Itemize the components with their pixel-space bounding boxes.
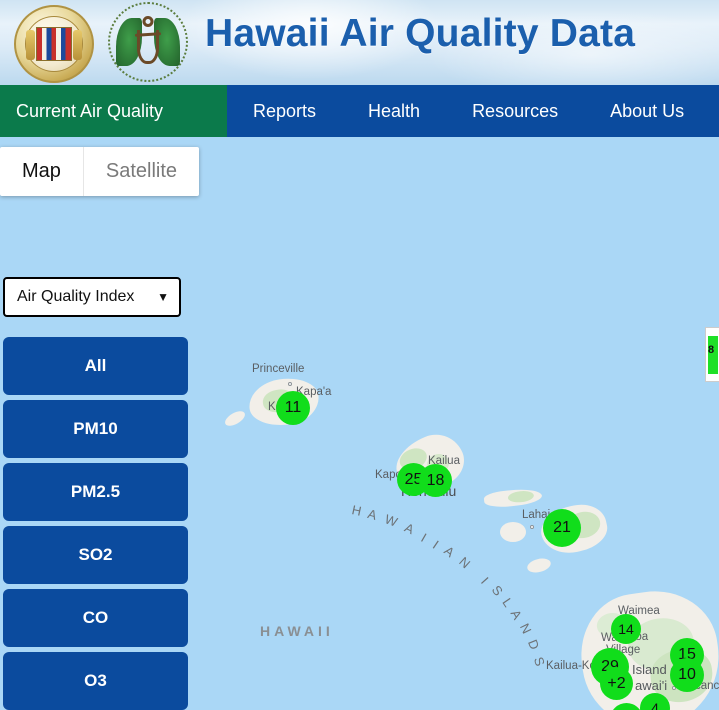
island-kahoolawe xyxy=(525,556,553,575)
map-type-satellite-button[interactable]: Satellite xyxy=(82,147,199,196)
filter-button-all[interactable]: All xyxy=(3,337,188,395)
nav-item-reports[interactable]: Reports xyxy=(227,85,342,137)
state-seal-inner xyxy=(25,16,83,72)
map-type-toggle[interactable]: Map Satellite xyxy=(0,147,200,196)
aqi-marker[interactable]: 11 xyxy=(276,391,310,425)
filter-button-o3[interactable]: O3 xyxy=(3,652,188,710)
nav-item-health[interactable]: Health xyxy=(342,85,446,137)
nav-item-about-us[interactable]: About Us xyxy=(584,85,710,137)
aqi-marker-cluster[interactable]: +2 xyxy=(600,667,633,700)
parameter-select-value: Air Quality Index xyxy=(17,288,135,305)
aqi-legend-value: 8 xyxy=(708,344,715,356)
aqi-legend-panel[interactable]: 8 xyxy=(705,327,719,382)
department-of-health-logo-icon xyxy=(108,2,188,82)
aqi-marker[interactable]: 14 xyxy=(611,614,641,644)
site-header: Hawaii Air Quality Data xyxy=(0,0,719,85)
chevron-down-icon: ▼ xyxy=(157,290,169,304)
island-molokai xyxy=(483,487,543,509)
filter-button-pm10[interactable]: PM10 xyxy=(3,400,188,458)
pollutant-filter-list: All PM10 PM2.5 SO2 CO O3 xyxy=(3,337,188,710)
map-type-map-button[interactable]: Map xyxy=(0,147,83,196)
state-seal-crest xyxy=(26,27,82,61)
island-molokai-terrain xyxy=(507,489,535,504)
nav-item-resources[interactable]: Resources xyxy=(446,85,584,137)
page-title: Hawaii Air Quality Data xyxy=(205,12,636,55)
map-place-dot-lahaina xyxy=(530,525,534,529)
filter-button-pm25[interactable]: PM2.5 xyxy=(3,463,188,521)
nav-item-current-air-quality[interactable]: Current Air Quality xyxy=(0,85,227,137)
doh-logo-figure-head xyxy=(142,16,154,27)
island-niihau xyxy=(222,408,248,429)
map-region-label-hawaii: HAWAII xyxy=(260,623,334,639)
parameter-select[interactable]: Air Quality Index ▼ xyxy=(3,277,181,317)
state-seal-icon xyxy=(14,5,94,83)
aqi-marker[interactable]: 10 xyxy=(670,658,704,692)
doh-logo-figure xyxy=(134,16,162,68)
filter-button-co[interactable]: CO xyxy=(3,589,188,647)
aqi-marker[interactable]: 18 xyxy=(419,464,452,497)
aqi-marker[interactable]: 21 xyxy=(543,509,581,547)
air-quality-map[interactable]: HAWAII H A W A I I A N I S L A N D S Pri… xyxy=(0,137,719,710)
map-place-dot-princeville xyxy=(288,382,292,386)
filter-button-so2[interactable]: SO2 xyxy=(3,526,188,584)
map-place-label-princeville: Princeville xyxy=(252,363,305,375)
main-navigation: Current Air Quality Reports Health Resou… xyxy=(0,85,719,137)
island-lanai xyxy=(500,522,526,542)
map-place-label-hawaii-island: awai'i xyxy=(635,678,668,693)
